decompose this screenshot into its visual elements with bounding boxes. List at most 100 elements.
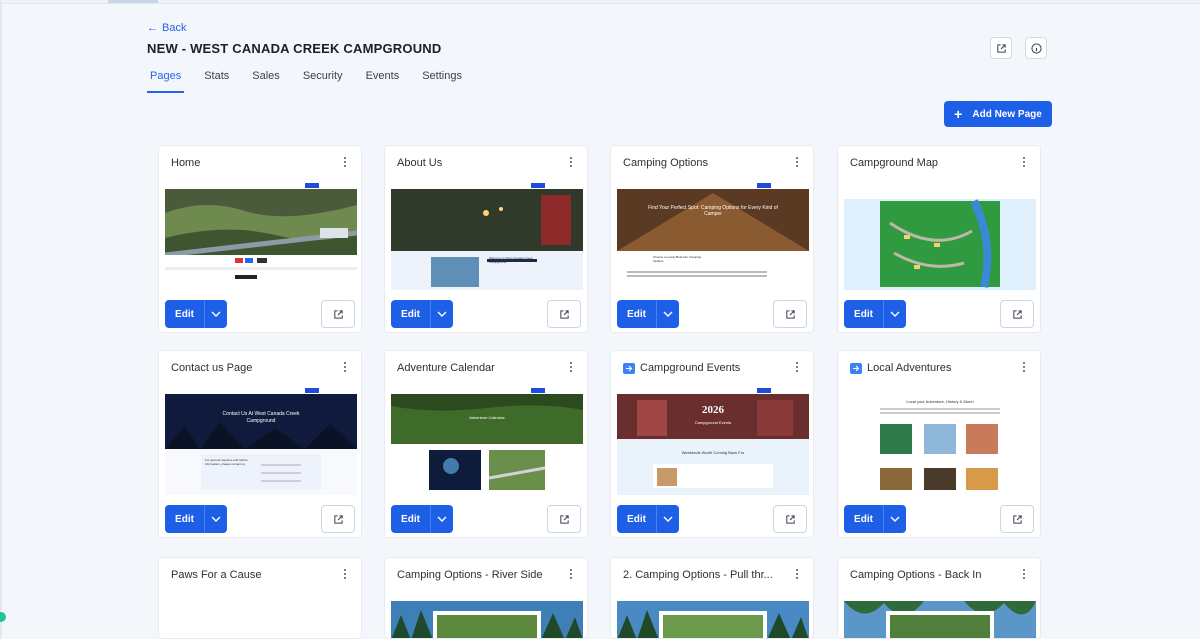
more-vertical-icon[interactable] (342, 155, 348, 169)
top-bar-indicator (108, 0, 158, 3)
edit-label: Edit (844, 505, 884, 533)
more-vertical-icon[interactable] (568, 360, 574, 374)
page-card-home[interactable]: Home Edit (158, 145, 362, 333)
add-new-page-button[interactable]: + Add New Page (944, 101, 1052, 127)
back-label: Back (162, 22, 187, 34)
external-link-icon (785, 309, 795, 319)
page-card-local-adventures[interactable]: Local Adventures Local your Adventure, H… (837, 350, 1041, 538)
chevron-down-icon[interactable] (431, 505, 453, 533)
edit-label: Edit (391, 300, 431, 328)
info-button[interactable] (1025, 37, 1047, 59)
top-bar (0, 0, 1200, 4)
page-card-campground-map[interactable]: Campground Map Edit (837, 145, 1041, 333)
page-card-title: Home (171, 157, 200, 169)
arrow-left-icon: ← (147, 22, 158, 34)
edit-button[interactable]: Edit (391, 300, 453, 328)
page-card-title: Contact us Page (171, 362, 252, 374)
more-vertical-icon[interactable] (342, 567, 348, 581)
open-page-button[interactable] (547, 300, 581, 328)
more-vertical-icon[interactable] (794, 155, 800, 169)
page-title-text: Camping Options (623, 157, 708, 169)
edit-button[interactable]: Edit (844, 300, 906, 328)
tab-events[interactable]: Events (363, 66, 403, 93)
page-thumbnail: Adventure Calendar (391, 388, 583, 495)
status-dot[interactable] (0, 612, 6, 622)
edit-button[interactable]: Edit (617, 505, 679, 533)
tab-pages[interactable]: Pages (147, 66, 185, 93)
edit-label: Edit (617, 300, 657, 328)
chevron-down-icon[interactable] (205, 300, 227, 328)
chevron-down-icon[interactable] (884, 300, 906, 328)
page-card-title: Camping Options - Back In (850, 569, 981, 581)
page-title-text: Paws For a Cause (171, 569, 262, 581)
thumb-heading: Local your Adventure, History & More! (906, 399, 974, 404)
page-card-title: Adventure Calendar (397, 362, 495, 374)
edit-button[interactable]: Edit (165, 300, 227, 328)
tab-security[interactable]: Security (300, 66, 346, 93)
thumb-year: 2026 (702, 404, 724, 416)
page-title-text: Campground Map (850, 157, 939, 169)
edit-label: Edit (391, 505, 431, 533)
chevron-down-icon[interactable] (657, 300, 679, 328)
edit-button[interactable]: Edit (617, 300, 679, 328)
page-thumbnail (617, 595, 809, 638)
page-card-camping-options-pull-through[interactable]: 2. Camping Options - Pull thr... (610, 557, 814, 639)
more-vertical-icon[interactable] (1021, 567, 1027, 581)
open-page-button[interactable] (321, 505, 355, 533)
tab-bar: Pages Stats Sales Security Events Settin… (147, 66, 482, 93)
external-link-icon (333, 514, 343, 524)
chevron-down-icon[interactable] (431, 300, 453, 328)
page-card-paws-for-a-cause[interactable]: Paws For a Cause (158, 557, 362, 639)
tab-stats[interactable]: Stats (201, 66, 232, 93)
tab-sales[interactable]: Sales (249, 66, 283, 93)
page-thumbnail: Local your Adventure, History & More! (844, 388, 1036, 495)
more-vertical-icon[interactable] (794, 567, 800, 581)
more-vertical-icon[interactable] (1021, 360, 1027, 374)
page-card-campground-events[interactable]: Campground Events 2026 Campground Events… (610, 350, 814, 538)
page-card-about-us[interactable]: About Us Welcome to West Canada Creek Ca… (384, 145, 588, 333)
tab-settings[interactable]: Settings (419, 66, 465, 93)
edit-button[interactable]: Edit (391, 505, 453, 533)
page-card-title: Local Adventures (850, 362, 951, 374)
open-page-button[interactable] (1000, 300, 1034, 328)
thumb-subheading: Weekends Worth Coming Back For (681, 450, 745, 455)
more-vertical-icon[interactable] (1021, 155, 1027, 169)
page-card-camping-options-river-side[interactable]: Camping Options - River Side (384, 557, 588, 639)
page-thumbnail (165, 183, 357, 290)
open-page-button[interactable] (773, 300, 807, 328)
thumb-heading: Contact Us At West Canada Creek Campgrou… (222, 411, 300, 424)
chevron-down-icon[interactable] (884, 505, 906, 533)
edit-label: Edit (617, 505, 657, 533)
open-page-button[interactable] (1000, 505, 1034, 533)
thumb-subheading: For general inquiries and further inform… (205, 458, 248, 466)
page-card-camping-options[interactable]: Camping Options Find Your Perfect Spot: … (610, 145, 814, 333)
open-page-button[interactable] (321, 300, 355, 328)
chevron-down-icon[interactable] (657, 505, 679, 533)
edit-button[interactable]: Edit (844, 505, 906, 533)
more-vertical-icon[interactable] (342, 360, 348, 374)
page-thumbnail (844, 183, 1036, 290)
edit-label: Edit (165, 505, 205, 533)
page-card-contact-us[interactable]: Contact us Page Contact Us At West Canad… (158, 350, 362, 538)
thumb-subheading: Choose a Lovely Boat Our Camping Options (653, 255, 702, 263)
page-card-title: Campground Events (623, 362, 740, 374)
page-thumbnail (844, 595, 1036, 638)
open-page-button[interactable] (773, 505, 807, 533)
page-card-title: Paws For a Cause (171, 569, 261, 581)
more-vertical-icon[interactable] (568, 155, 574, 169)
page-card-title: Campground Map (850, 157, 938, 169)
open-site-button[interactable] (990, 37, 1012, 59)
page-title-text: About Us (397, 157, 443, 169)
more-vertical-icon[interactable] (568, 567, 574, 581)
back-link[interactable]: ← Back (147, 22, 186, 34)
edit-button[interactable]: Edit (165, 505, 227, 533)
chevron-down-icon[interactable] (205, 505, 227, 533)
page-title-text: Adventure Calendar (397, 362, 495, 374)
linked-page-icon (850, 362, 862, 374)
more-vertical-icon[interactable] (794, 360, 800, 374)
page-card-camping-options-back-in[interactable]: Camping Options - Back In (837, 557, 1041, 639)
page-card-adventure-calendar[interactable]: Adventure Calendar Adventure Calendar Ed… (384, 350, 588, 538)
page-thumbnail: Contact Us At West Canada Creek Campgrou… (165, 388, 357, 495)
external-link-icon (559, 309, 569, 319)
open-page-button[interactable] (547, 505, 581, 533)
